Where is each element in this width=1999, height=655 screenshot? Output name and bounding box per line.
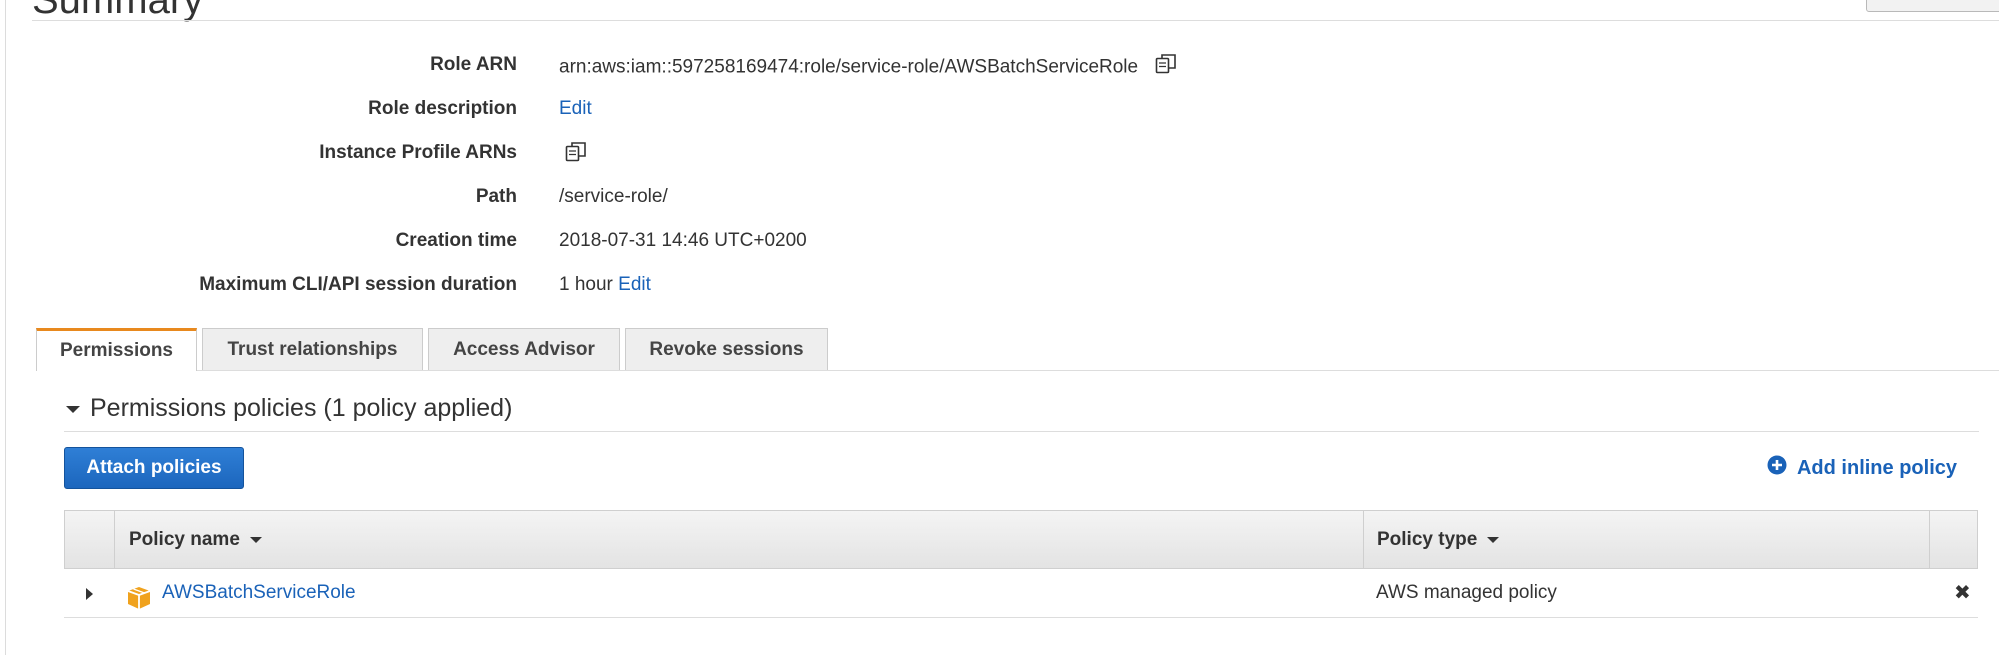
session-duration-label: Maximum CLI/API session duration: [199, 274, 517, 295]
role-description-label: Role description: [368, 98, 517, 119]
expand-row-icon[interactable]: [86, 588, 93, 600]
role-description-edit-link[interactable]: Edit: [559, 97, 592, 121]
session-duration-row: Maximum CLI/API session duration 1 hour …: [0, 273, 1400, 297]
tab-access-advisor[interactable]: Access Advisor: [428, 328, 620, 370]
table-row: AWSBatchServiceRole AWS managed policy ✖: [64, 569, 1978, 618]
creation-time-row: Creation time 2018-07-31 14:46 UTC+0200: [0, 229, 1400, 253]
column-divider: [114, 511, 115, 568]
creation-time-label: Creation time: [395, 230, 517, 251]
caret-down-icon: [66, 405, 80, 413]
copy-icon[interactable]: [565, 141, 587, 170]
add-inline-policy-button[interactable]: Add inline policy: [1767, 455, 1957, 482]
path-row: Path /service-role/: [0, 185, 1400, 209]
tab-revoke-sessions[interactable]: Revoke sessions: [625, 328, 828, 370]
policies-table: Policy name Policy type AWSBatchServiceR…: [64, 510, 1978, 618]
section-divider: [64, 431, 1979, 432]
header-action-button[interactable]: [1866, 0, 1999, 12]
role-arn-value: arn:aws:iam::597258169474:role/service-r…: [559, 53, 1177, 82]
permissions-policies-title: Permissions policies (1 policy applied): [90, 394, 513, 422]
column-divider: [1363, 511, 1364, 568]
tab-permissions[interactable]: Permissions: [36, 328, 197, 371]
tab-trust-relationships[interactable]: Trust relationships: [202, 328, 423, 370]
role-arn-label: Role ARN: [430, 54, 517, 75]
session-duration-value: 1 hour Edit: [559, 273, 651, 297]
session-duration-text: 1 hour: [559, 274, 613, 295]
table-header: Policy name Policy type: [64, 510, 1978, 569]
policy-name-link[interactable]: AWSBatchServiceRole: [162, 569, 356, 617]
instance-profile-value: [559, 141, 587, 170]
policy-type-header-label: Policy type: [1377, 529, 1478, 550]
permissions-policies-toggle[interactable]: Permissions policies (1 policy applied): [66, 393, 512, 423]
policy-name-header-label: Policy name: [129, 529, 240, 550]
creation-time-value: 2018-07-31 14:46 UTC+0200: [559, 230, 807, 251]
role-description-row: Role description Edit: [0, 97, 1400, 121]
role-arn-row: Role ARN arn:aws:iam::597258169474:role/…: [0, 53, 1400, 78]
page-title: Summary: [32, 0, 204, 22]
path-value: /service-role/: [559, 186, 668, 207]
role-arn-text: arn:aws:iam::597258169474:role/service-r…: [559, 56, 1139, 78]
plus-circle-icon: [1767, 455, 1787, 482]
attach-policies-button[interactable]: Attach policies: [64, 447, 244, 489]
add-inline-policy-label: Add inline policy: [1796, 457, 1957, 479]
instance-profile-row: Instance Profile ARNs: [0, 141, 1400, 165]
remove-policy-icon[interactable]: ✖: [1954, 569, 1971, 617]
package-icon: [126, 581, 152, 629]
session-duration-edit-link[interactable]: Edit: [618, 274, 651, 295]
policy-type-column-header[interactable]: Policy type: [1377, 511, 1500, 568]
policy-type-value: AWS managed policy: [1376, 582, 1557, 603]
policy-name-column-header[interactable]: Policy name: [129, 511, 262, 568]
sort-caret-icon: [249, 536, 262, 543]
instance-profile-label: Instance Profile ARNs: [319, 142, 517, 163]
column-divider: [1929, 511, 1930, 568]
path-label: Path: [475, 186, 517, 207]
sort-caret-icon: [1487, 536, 1500, 543]
copy-icon[interactable]: [1155, 53, 1177, 82]
title-divider: [32, 20, 1999, 21]
